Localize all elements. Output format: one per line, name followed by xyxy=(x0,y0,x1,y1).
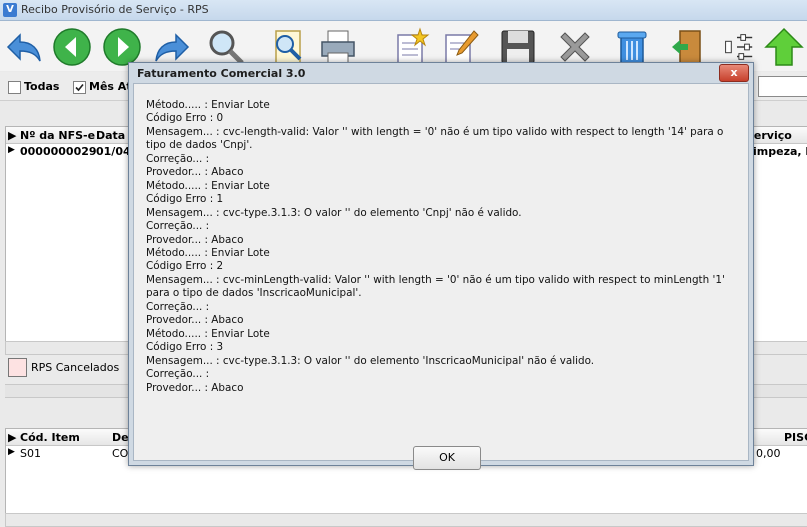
error-dialog: Faturamento Comercial 3.0 x Método..... … xyxy=(128,62,754,470)
horizontal-scrollbar[interactable] xyxy=(5,513,807,527)
message-line: Mensagem... : cvc-type.3.1.3: O valor ''… xyxy=(146,206,522,219)
message-line: Mensagem... : cvc-type.3.1.3: O valor ''… xyxy=(146,354,595,367)
search-icon[interactable] xyxy=(206,27,246,67)
forward-arrow-icon[interactable] xyxy=(152,27,192,67)
save-disk-icon[interactable] xyxy=(498,27,538,67)
row-pointer-icon: ▶ xyxy=(8,447,15,457)
col-header-de[interactable]: De xyxy=(112,431,129,444)
exit-door-icon[interactable] xyxy=(668,27,708,67)
printer-icon[interactable] xyxy=(318,27,358,67)
message-line: Provedor... : Abaco xyxy=(146,381,244,394)
todas-checkbox[interactable] xyxy=(8,81,21,94)
checkmark-icon xyxy=(75,83,84,92)
row-indicator-icon: ▶ xyxy=(8,129,17,142)
row-indicator-icon: ▶ xyxy=(8,431,17,444)
col-header-pis[interactable]: PISC xyxy=(784,431,807,444)
mes-atual-label: Mês At xyxy=(89,80,132,93)
message-line: Mensagem... : cvc-length-valid: Valor ''… xyxy=(146,125,727,152)
message-line: Correção... : xyxy=(146,220,210,233)
edit-document-icon[interactable] xyxy=(440,27,480,67)
settings-sliders-icon[interactable] xyxy=(718,27,756,67)
rps-cancelados-swatch xyxy=(8,358,27,377)
message-line: Método..... : Enviar Lote xyxy=(146,327,270,340)
message-line: Provedor... : Abaco xyxy=(146,314,244,327)
ok-button[interactable]: OK xyxy=(413,446,481,470)
message-line: Correção... : xyxy=(146,368,210,381)
cell-cod-item: S01 xyxy=(20,447,41,460)
col-header-cod-item[interactable]: Cód. Item xyxy=(20,431,80,444)
message-line: Código Erro : 3 xyxy=(146,341,224,354)
col-header-nfse[interactable]: Nº da NFS-e xyxy=(20,129,95,142)
error-message-list: Método..... : Enviar Lote Código Erro : 0… xyxy=(146,99,746,395)
mes-atual-checkbox[interactable] xyxy=(73,81,86,94)
previous-icon[interactable] xyxy=(52,27,92,67)
filter-search-input[interactable] xyxy=(758,76,807,97)
new-document-icon[interactable] xyxy=(390,27,430,67)
cell-nfse: 0000000029 xyxy=(20,145,97,158)
message-line: Método..... : Enviar Lote xyxy=(146,246,270,259)
next-icon[interactable] xyxy=(102,27,142,67)
message-line: Correção... : xyxy=(146,300,210,313)
rps-cancelados-label: RPS Cancelados xyxy=(31,361,120,374)
close-icon[interactable]: x xyxy=(719,64,749,82)
up-arrow-icon[interactable] xyxy=(764,27,804,67)
todas-label: Todas xyxy=(24,80,60,93)
message-line: Mensagem... : cvc-minLength-valid: Valor… xyxy=(146,273,729,300)
message-line: Método..... : Enviar Lote xyxy=(146,179,270,192)
cell-pis: 0,00 xyxy=(756,447,781,460)
window-title-bar: V Recibo Provisório de Serviço - RPS xyxy=(0,0,807,21)
cell-servico: Limpeza, lu xyxy=(746,145,807,158)
window-title: Recibo Provisório de Serviço - RPS xyxy=(21,3,209,16)
row-pointer-icon: ▶ xyxy=(8,145,15,155)
app-icon: V xyxy=(3,3,17,17)
cell-de: CO xyxy=(112,447,129,460)
back-arrow-icon[interactable] xyxy=(4,27,44,67)
cell-data: 01/04 xyxy=(96,145,131,158)
dialog-title: Faturamento Comercial 3.0 xyxy=(137,67,306,80)
message-line: Código Erro : 2 xyxy=(146,260,224,273)
message-line: Correção... : xyxy=(146,152,210,165)
message-line: Provedor... : Abaco xyxy=(146,233,244,246)
message-line: Código Erro : 0 xyxy=(146,112,224,125)
dialog-body: Método..... : Enviar Lote Código Erro : 0… xyxy=(133,83,749,470)
message-line: Código Erro : 1 xyxy=(146,193,224,206)
search-document-icon[interactable] xyxy=(268,27,308,67)
message-line: Provedor... : Abaco xyxy=(146,166,244,179)
message-line: Método..... : Enviar Lote xyxy=(146,99,270,111)
delete-x-icon[interactable] xyxy=(555,27,595,67)
trash-icon[interactable] xyxy=(612,27,652,67)
